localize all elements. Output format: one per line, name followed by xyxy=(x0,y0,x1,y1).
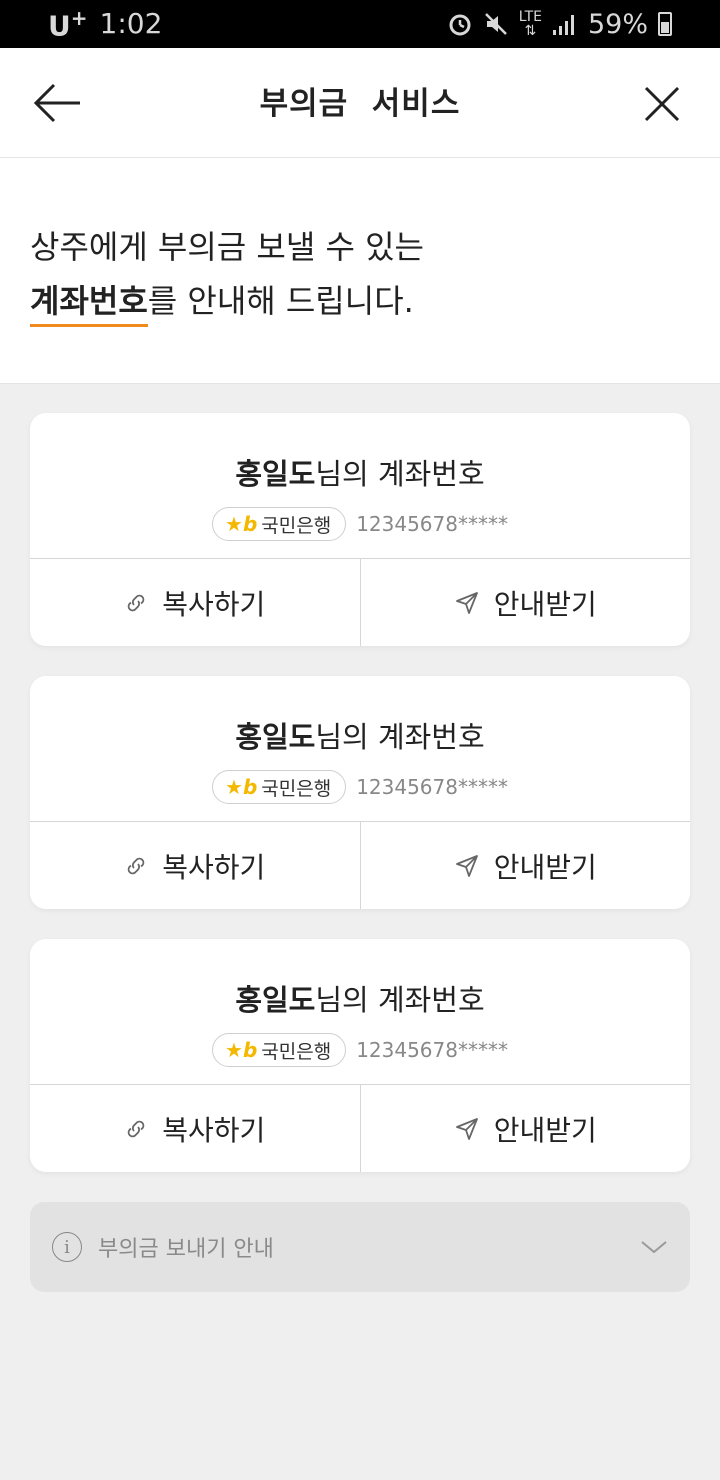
intro-line-1: 상주에게 부의금 보낼 수 있는 xyxy=(30,228,424,266)
account-card: 홍일도님의 계좌번호 ★b 국민은행 12345678***** 복사하기 안내받… xyxy=(30,413,690,646)
intro-emphasis: 계좌번호 xyxy=(30,282,148,327)
account-number: 12345678***** xyxy=(356,1038,508,1062)
receive-label: 안내받기 xyxy=(493,1113,597,1147)
card-info: 홍일도님의 계좌번호 ★b 국민은행 12345678***** xyxy=(30,676,690,822)
holder-name: 홍일도 xyxy=(235,983,316,1017)
link-icon xyxy=(127,594,145,611)
card-actions: 복사하기 안내받기 xyxy=(30,559,690,646)
battery-icon xyxy=(658,12,672,36)
status-right: LTE ⇅ 59% xyxy=(447,9,672,40)
card-title: 홍일도님의 계좌번호 xyxy=(30,451,690,493)
bank-name: 국민은행 xyxy=(261,1040,332,1063)
bank-name: 국민은행 xyxy=(261,777,332,800)
holder-name: 홍일도 xyxy=(235,720,316,754)
account-card: 홍일도님의 계좌번호 ★b 국민은행 12345678***** 복사하기 안내받… xyxy=(30,676,690,909)
battery-percent: 59% xyxy=(587,8,648,40)
kb-bank-logo-icon: ★b xyxy=(225,775,258,799)
card-title-suffix: 님의 계좌번호 xyxy=(315,720,485,754)
info-icon: i xyxy=(52,1232,82,1262)
copy-button[interactable]: 복사하기 xyxy=(30,1085,360,1172)
account-number: 12345678***** xyxy=(356,775,508,799)
card-account-row: ★b 국민은행 12345678***** xyxy=(30,1033,690,1067)
bank-name: 국민은행 xyxy=(261,514,332,537)
network-label: LTE xyxy=(518,9,542,25)
lte-icon: LTE ⇅ xyxy=(519,10,542,38)
kb-bank-logo-icon: ★b xyxy=(225,1038,258,1062)
receive-info-button[interactable]: 안내받기 xyxy=(359,822,691,909)
account-card: 홍일도님의 계좌번호 ★b 국민은행 12345678***** 복사하기 안내받… xyxy=(30,939,690,1172)
page-title: 부의금 서비스 xyxy=(259,86,461,122)
holder-name: 홍일도 xyxy=(235,457,316,491)
link-icon xyxy=(127,1120,145,1137)
card-account-row: ★b 국민은행 12345678***** xyxy=(30,770,690,804)
receive-info-button[interactable]: 안내받기 xyxy=(359,559,691,646)
intro-line-2-rest: 를 안내해 드립니다. xyxy=(147,282,414,320)
data-arrows-icon: ⇅ xyxy=(524,23,537,39)
close-button[interactable] xyxy=(640,82,684,126)
bank-badge: ★b 국민은행 xyxy=(212,507,347,541)
status-bar: U+ 1:02 LTE ⇅ 59% xyxy=(0,0,720,48)
card-title-suffix: 님의 계좌번호 xyxy=(315,983,485,1017)
intro-line-2: 계좌번호를 안내해 드립니다. xyxy=(30,274,690,328)
copy-label: 복사하기 xyxy=(162,587,266,621)
copy-label: 복사하기 xyxy=(162,1113,266,1147)
close-icon xyxy=(644,86,680,122)
receive-label: 안내받기 xyxy=(493,850,597,884)
send-guide-label: 부의금 보내기 안내 xyxy=(98,1237,274,1262)
copy-button[interactable]: 복사하기 xyxy=(30,822,360,909)
card-title: 홍일도님의 계좌번호 xyxy=(30,714,690,756)
send-guide-accordion[interactable]: i 부의금 보내기 안내 xyxy=(30,1202,690,1292)
receive-label: 안내받기 xyxy=(493,587,597,621)
account-number: 12345678***** xyxy=(356,512,508,536)
copy-label: 복사하기 xyxy=(162,850,266,884)
link-icon xyxy=(127,857,145,874)
carrier-label: U+ xyxy=(48,5,88,43)
clock: 1:02 xyxy=(99,7,163,41)
bank-badge: ★b 국민은행 xyxy=(212,1033,347,1067)
send-icon xyxy=(455,854,478,877)
chevron-down-icon xyxy=(641,1241,667,1254)
alarm-icon xyxy=(447,11,473,37)
signal-icon xyxy=(552,12,578,36)
copy-button[interactable]: 복사하기 xyxy=(30,559,360,646)
bank-badge: ★b 국민은행 xyxy=(212,770,347,804)
card-account-row: ★b 국민은행 12345678***** xyxy=(30,507,690,541)
send-icon xyxy=(455,591,478,614)
send-icon xyxy=(455,1117,478,1140)
intro-section: 상주에게 부의금 보낼 수 있는 계좌번호를 안내해 드립니다. xyxy=(0,158,720,384)
card-info: 홍일도님의 계좌번호 ★b 국민은행 12345678***** xyxy=(30,413,690,559)
card-actions: 복사하기 안내받기 xyxy=(30,822,690,909)
kb-bank-logo-icon: ★b xyxy=(225,512,258,536)
card-info: 홍일도님의 계좌번호 ★b 국민은행 12345678***** xyxy=(30,939,690,1085)
mute-icon xyxy=(483,11,509,37)
card-title-suffix: 님의 계좌번호 xyxy=(315,457,485,491)
receive-info-button[interactable]: 안내받기 xyxy=(359,1085,691,1172)
card-actions: 복사하기 안내받기 xyxy=(30,1085,690,1172)
status-left: U+ 1:02 xyxy=(48,6,162,42)
app-header: 부의금 서비스 xyxy=(0,48,720,158)
card-title: 홍일도님의 계좌번호 xyxy=(30,977,690,1019)
